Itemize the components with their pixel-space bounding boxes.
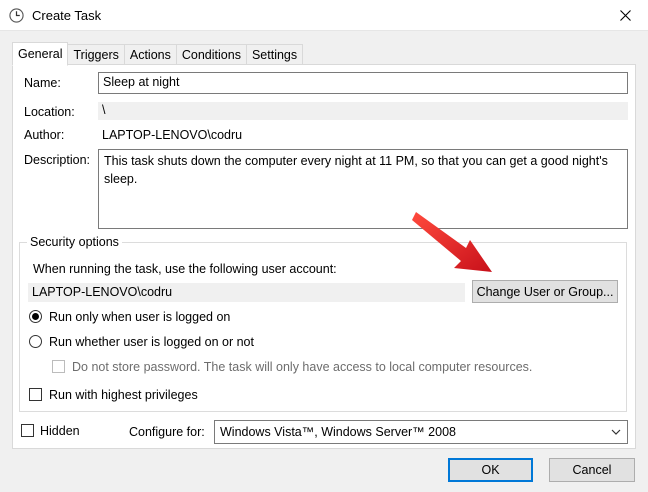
tab-settings[interactable]: Settings <box>246 44 304 65</box>
tab-actions[interactable]: Actions <box>124 44 177 65</box>
hidden-checkbox[interactable] <box>21 424 34 437</box>
task-scheduler-clock-icon <box>9 8 24 23</box>
tab-strip: General Triggers Actions Conditions Sett… <box>12 42 304 66</box>
description-label: Description: <box>24 153 90 167</box>
location-field: \ <box>98 102 628 120</box>
change-user-or-group-button[interactable]: Change User or Group... <box>472 280 618 303</box>
run-only-logged-on-radio[interactable] <box>29 310 42 323</box>
name-value: Sleep at night <box>103 75 180 89</box>
chevron-down-icon <box>611 429 621 435</box>
configure-for-value: Windows Vista™, Windows Server™ 2008 <box>220 425 456 439</box>
run-highest-privileges-checkbox[interactable] <box>29 388 42 401</box>
location-label: Location: <box>24 105 75 119</box>
close-button[interactable] <box>602 0 648 31</box>
user-account-value: LAPTOP-LENOVO\codru <box>32 285 173 299</box>
security-options-title: Security options <box>27 235 122 249</box>
description-textarea[interactable]: This task shuts down the computer every … <box>98 149 628 229</box>
account-prompt: When running the task, use the following… <box>33 262 337 276</box>
run-only-logged-on-label: Run only when user is logged on <box>49 310 231 324</box>
hidden-label: Hidden <box>40 424 80 438</box>
run-whether-logged-on-label: Run whether user is logged on or not <box>49 335 254 349</box>
tab-general[interactable]: General <box>12 42 69 66</box>
close-icon <box>619 10 631 21</box>
ok-button[interactable]: OK <box>448 458 533 482</box>
description-value: This task shuts down the computer every … <box>104 154 608 186</box>
run-highest-privileges-label: Run with highest privileges <box>49 388 198 402</box>
author-label: Author: <box>24 128 65 142</box>
run-whether-logged-on-radio[interactable] <box>29 335 42 348</box>
tab-triggers[interactable]: Triggers <box>68 44 125 65</box>
title-bar: Create Task <box>0 0 648 31</box>
tab-conditions[interactable]: Conditions <box>176 44 247 65</box>
configure-for-select[interactable]: Windows Vista™, Windows Server™ 2008 <box>214 420 628 444</box>
author-value: LAPTOP-LENOVO\codru <box>102 128 243 142</box>
cancel-button[interactable]: Cancel <box>549 458 635 482</box>
do-not-store-password-checkbox[interactable] <box>52 360 65 373</box>
configure-for-label: Configure for: <box>129 425 205 439</box>
do-not-store-password-label: Do not store password. The task will onl… <box>72 360 533 374</box>
name-input[interactable]: Sleep at night <box>98 72 628 94</box>
name-label: Name: <box>24 76 61 90</box>
window-title: Create Task <box>32 8 102 23</box>
annotation-arrow-icon <box>412 212 492 272</box>
user-account-field: LAPTOP-LENOVO\codru <box>28 283 465 302</box>
location-value: \ <box>102 103 106 117</box>
